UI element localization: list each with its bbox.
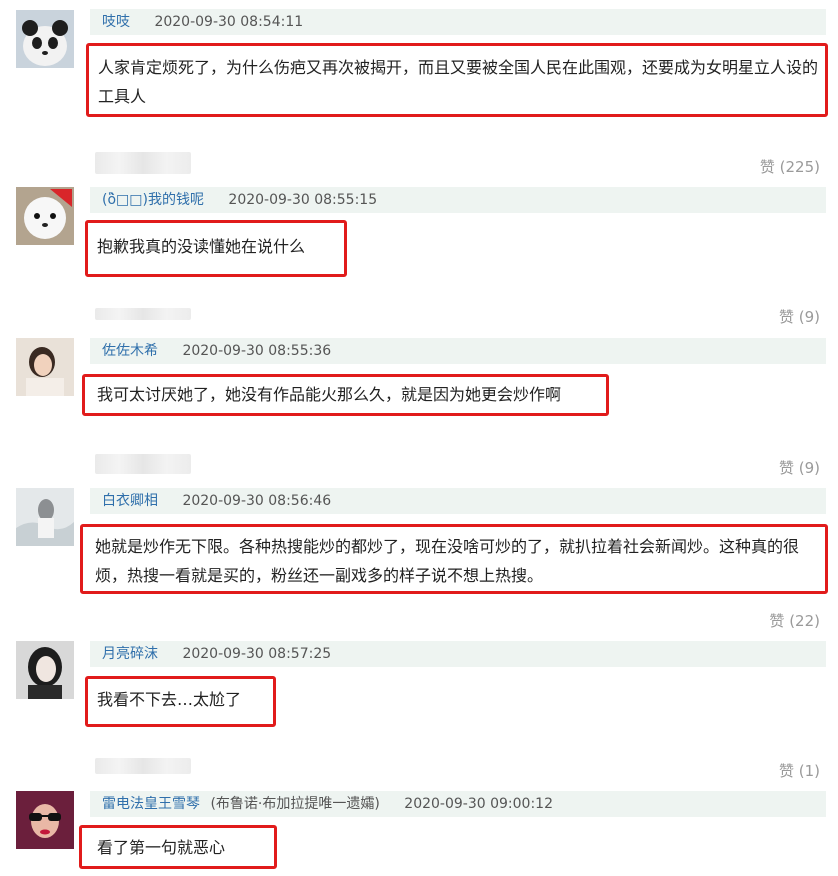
username-link[interactable]: 白衣卿相 bbox=[102, 493, 158, 509]
woman-photo-avatar-icon[interactable] bbox=[16, 338, 74, 396]
blurred-username bbox=[95, 454, 191, 474]
woman-bw-avatar-icon[interactable] bbox=[16, 641, 74, 699]
like-label: 赞 bbox=[778, 308, 794, 326]
timestamp: 2020-09-30 08:55:36 bbox=[182, 343, 332, 359]
sunglasses-avatar-icon[interactable] bbox=[16, 791, 74, 849]
timestamp: 2020-09-30 08:56:46 bbox=[182, 493, 332, 509]
username-link[interactable]: (ὃ̀□□)我的钱呢 bbox=[102, 192, 204, 208]
timestamp: 2020-09-30 08:54:11 bbox=[154, 14, 304, 30]
username-link[interactable]: 雷电法皇王雪琴 bbox=[102, 796, 200, 812]
timestamp: 2020-09-30 09:00:12 bbox=[404, 796, 553, 812]
like-count: (225) bbox=[779, 158, 820, 176]
like-button[interactable]: 赞 (225) bbox=[760, 156, 820, 177]
like-label: 赞 bbox=[778, 459, 794, 477]
panda-avatar-icon[interactable] bbox=[16, 10, 74, 68]
comment-meta: 白衣卿相 2020-09-30 08:56:46 bbox=[90, 488, 826, 514]
username-link[interactable]: 月亮碎沫 bbox=[102, 646, 158, 662]
like-button[interactable]: 赞 (9) bbox=[779, 306, 820, 327]
blurred-username bbox=[95, 152, 191, 174]
like-button[interactable]: 赞 (9) bbox=[779, 457, 820, 478]
like-button[interactable]: 赞 (1) bbox=[779, 760, 820, 781]
timestamp: 2020-09-30 08:55:15 bbox=[228, 192, 378, 208]
snow-scene-avatar-icon[interactable] bbox=[16, 488, 74, 546]
like-count: (1) bbox=[798, 762, 820, 780]
username-link[interactable]: 佐佐木希 bbox=[102, 343, 158, 359]
like-button[interactable]: 赞 (22) bbox=[769, 610, 820, 631]
comment-meta: 月亮碎沫 2020-09-30 08:57:25 bbox=[90, 641, 826, 667]
comment-text: 抱歉我真的没读懂她在说什么 bbox=[97, 237, 306, 256]
like-label: 赞 bbox=[778, 762, 794, 780]
username-suffix: (布鲁诺·布加拉提唯一遗孀) bbox=[210, 796, 380, 812]
blurred-username bbox=[95, 308, 191, 320]
username-link[interactable]: 吱吱 bbox=[102, 14, 130, 30]
comment-text: 她就是炒作无下限。各种热搜能炒的都炒了，现在没啥可炒的了，就扒拉着社会新闻炒。这… bbox=[95, 537, 800, 585]
like-count: (9) bbox=[798, 308, 820, 326]
comment-text: 看了第一句就恶心 bbox=[97, 838, 226, 857]
like-label: 赞 bbox=[769, 612, 785, 630]
white-dog-avatar-icon[interactable] bbox=[16, 187, 74, 245]
blurred-username bbox=[95, 758, 191, 774]
like-count: (22) bbox=[789, 612, 820, 630]
like-count: (9) bbox=[798, 459, 820, 477]
timestamp: 2020-09-30 08:57:25 bbox=[182, 646, 332, 662]
comment-text: 人家肯定烦死了，为什么伤疤又再次被揭开，而且又要被全国人民在此围观，还要成为女明… bbox=[98, 58, 819, 106]
like-label: 赞 bbox=[759, 158, 775, 176]
comment-text: 我看不下去…太尬了 bbox=[97, 690, 242, 709]
comment-meta: 佐佐木希 2020-09-30 08:55:36 bbox=[90, 338, 826, 364]
comment-text: 我可太讨厌她了，她没有作品能火那么久，就是因为她更会炒作啊 bbox=[97, 385, 562, 404]
comment-meta: 吱吱 2020-09-30 08:54:11 bbox=[90, 9, 826, 35]
comment-meta: (ὃ̀□□)我的钱呢 2020-09-30 08:55:15 bbox=[90, 187, 826, 213]
comment-meta: 雷电法皇王雪琴 (布鲁诺·布加拉提唯一遗孀) 2020-09-30 09:00:… bbox=[90, 791, 826, 817]
